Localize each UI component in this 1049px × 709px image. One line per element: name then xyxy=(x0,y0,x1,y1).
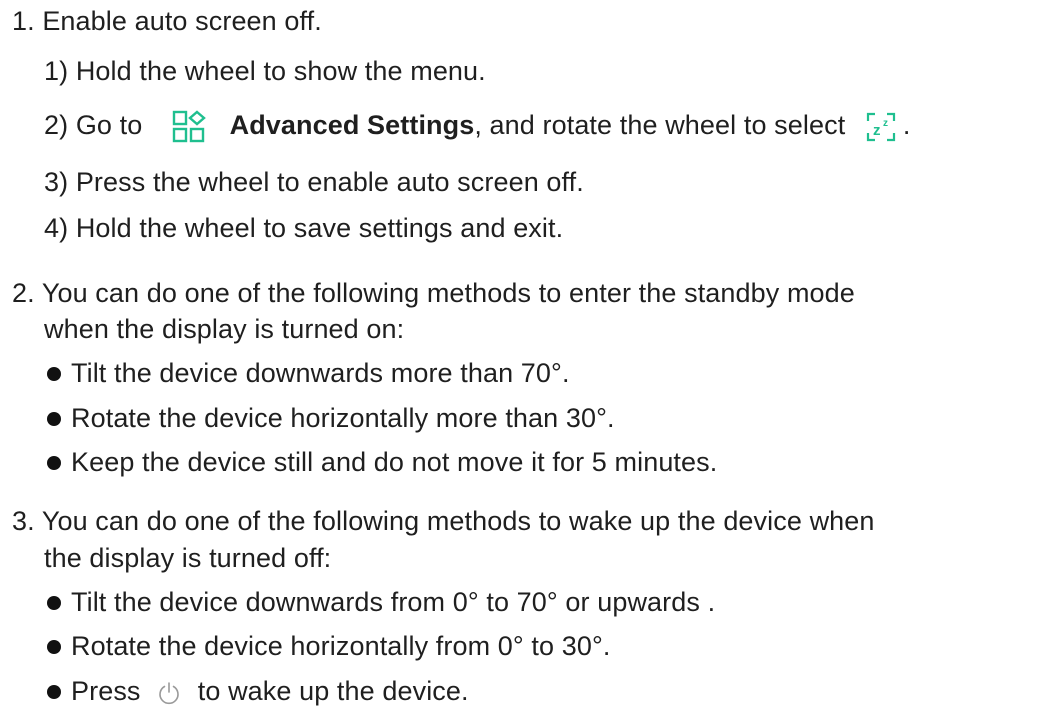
substep-3-number: 3) xyxy=(44,167,69,197)
bullet-icon xyxy=(47,456,61,470)
substep-4: 4) Hold the wheel to save settings and e… xyxy=(44,210,563,246)
step-2: 2. You can do one of the following metho… xyxy=(12,275,855,311)
substep-4-text: Hold the wheel to save settings and exit… xyxy=(75,213,564,243)
step-3-line-1: You can do one of the following methods … xyxy=(41,506,875,536)
bullet-text-after: to wake up the device. xyxy=(197,676,469,706)
power-icon xyxy=(156,680,182,706)
bullet-text: Tilt the device downwards from 0° to 70°… xyxy=(71,587,716,617)
substep-2-end: . xyxy=(902,110,911,140)
bullet-text: Tilt the device downwards more than 70°. xyxy=(71,358,570,388)
step-1-text: Enable auto screen off. xyxy=(42,6,322,36)
step-2-bullet-2: Rotate the device horizontally more than… xyxy=(47,400,615,436)
advanced-settings-icon xyxy=(172,110,208,144)
substep-1-text: Hold the wheel to show the menu. xyxy=(75,56,486,86)
bullet-icon xyxy=(47,640,61,654)
bullet-icon xyxy=(47,685,61,699)
step-3-bullet-2: Rotate the device horizontally from 0° t… xyxy=(47,628,610,664)
bullet-icon xyxy=(47,412,61,426)
step-2-bullet-3: Keep the device still and do not move it… xyxy=(47,444,717,480)
svg-text:z: z xyxy=(873,122,881,139)
substep-3-text: Press the wheel to enable auto screen of… xyxy=(75,167,584,197)
bullet-text: Keep the device still and do not move it… xyxy=(71,447,718,477)
step-3-bullet-3: Press to wake up the device. xyxy=(47,673,469,709)
step-1-number: 1. xyxy=(12,6,35,36)
step-2-number: 2. xyxy=(12,278,35,308)
substep-2-text-before: Go to xyxy=(75,110,143,140)
step-3-number: 3. xyxy=(12,506,35,536)
step-3-bullet-1: Tilt the device downwards from 0° to 70°… xyxy=(47,584,715,620)
bullet-icon xyxy=(47,596,61,610)
step-3: 3. You can do one of the following metho… xyxy=(12,503,875,539)
step-3-line-2: the display is turned off: xyxy=(44,543,332,573)
substep-4-number: 4) xyxy=(44,213,69,243)
advanced-settings-label: Advanced Settings xyxy=(229,110,475,140)
step-3-continuation: the display is turned off: xyxy=(44,540,331,576)
bullet-text: Rotate the device horizontally more than… xyxy=(71,403,615,433)
step-2-line-2: when the display is turned on: xyxy=(44,314,405,344)
step-1: 1. Enable auto screen off. xyxy=(12,3,322,39)
substep-1: 1) Hold the wheel to show the menu. xyxy=(44,53,486,89)
svg-text:z: z xyxy=(883,118,888,129)
substep-2-text-after: , and rotate the wheel to select xyxy=(474,110,846,140)
step-2-bullet-1: Tilt the device downwards more than 70°. xyxy=(47,355,570,391)
substep-3: 3) Press the wheel to enable auto screen… xyxy=(44,164,584,200)
step-2-line-1: You can do one of the following methods … xyxy=(41,278,855,308)
substep-1-number: 1) xyxy=(44,56,69,86)
bullet-text-before: Press xyxy=(71,676,141,706)
auto-screen-off-icon: z z xyxy=(865,111,897,143)
step-2-continuation: when the display is turned on: xyxy=(44,311,404,347)
substep-2-number: 2) xyxy=(44,110,69,140)
bullet-text: Rotate the device horizontally from 0° t… xyxy=(71,631,611,661)
substep-2: 2) Go to Advanced Settings, and rotate t… xyxy=(44,107,911,144)
bullet-icon xyxy=(47,367,61,381)
